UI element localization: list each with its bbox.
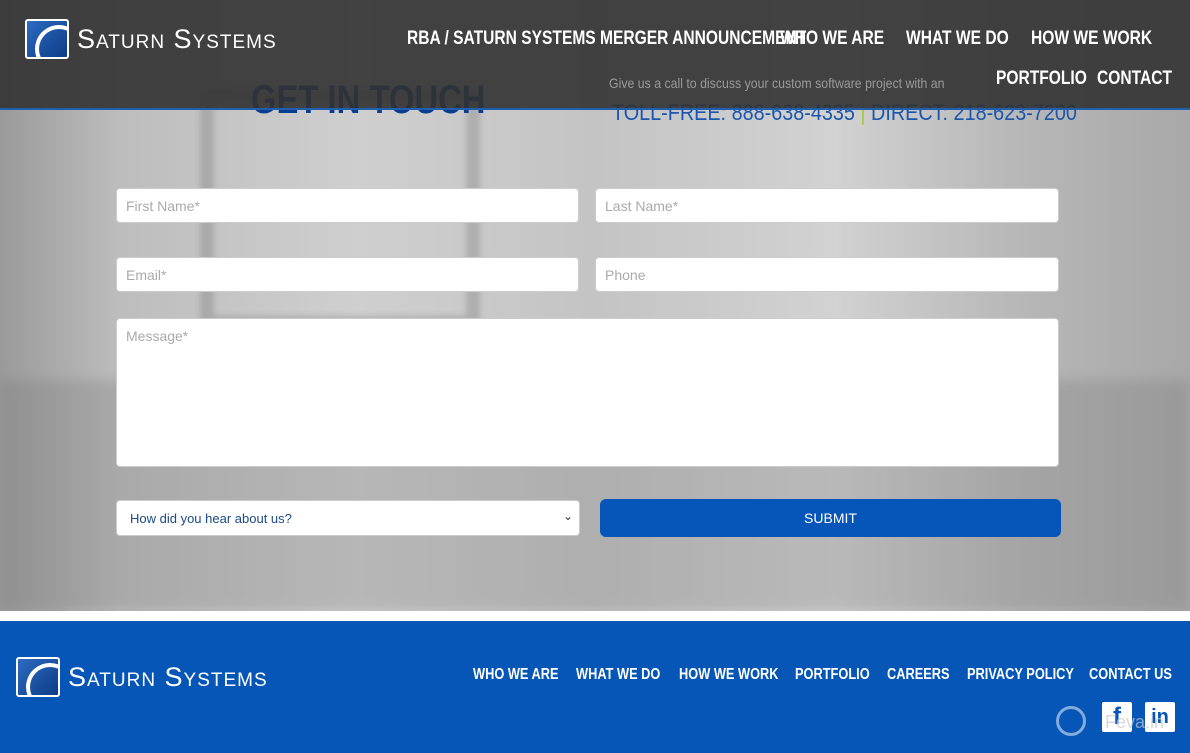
site-header: Saturn Systems RBA / SATURN SYSTEMS MERG… [0,0,1190,110]
nav-portfolio[interactable]: PORTFOLIO [996,68,1087,90]
last-name-input[interactable]: Last Name* [595,188,1059,223]
nav-how-we-work[interactable]: HOW WE WORK [1031,28,1152,50]
footer-nav-portfolio[interactable]: PORTFOLIO [795,666,870,684]
first-name-input[interactable]: First Name* [116,188,579,223]
message-textarea[interactable]: Message* [116,318,1059,467]
watermark-search-icon [1056,706,1086,736]
site-footer: Saturn Systems WHO WE ARE WHAT WE DO HOW… [0,621,1190,753]
phone-input[interactable]: Phone [595,257,1059,292]
saturn-logo-icon [16,657,60,697]
chevron-down-icon: ⌄ [562,509,573,523]
nav-merger[interactable]: RBA / SATURN SYSTEMS MERGER ANNOUNCEMENT [407,28,806,50]
footer-nav-privacy-policy[interactable]: PRIVACY POLICY [967,666,1074,684]
footer-nav-how-we-work[interactable]: HOW WE WORK [679,666,779,684]
saturn-logo-icon [25,19,69,59]
submit-button[interactable]: SUBMIT [600,499,1061,537]
footer-nav-what-we-do[interactable]: WHAT WE DO [576,666,660,684]
footer-nav-careers[interactable]: CAREERS [887,666,950,684]
watermark-text: Feva.in [1105,712,1165,732]
header-logo[interactable]: Saturn Systems [25,19,277,59]
footer-logo-text: Saturn Systems [68,661,268,692]
nav-contact[interactable]: CONTACT [1097,68,1172,90]
nav-who-we-are[interactable]: WHO WE ARE [780,28,884,50]
footer-logo[interactable]: Saturn Systems [16,657,268,697]
nav-what-we-do[interactable]: WHAT WE DO [906,28,1009,50]
referral-select[interactable]: How did you hear about us? ⌄ [116,500,580,536]
footer-nav-who-we-are[interactable]: WHO WE ARE [473,666,559,684]
logo-text: Saturn Systems [77,23,277,54]
referral-select-value: How did you hear about us? [130,511,292,526]
email-input[interactable]: Email* [116,257,579,292]
call-text: Give us a call to discuss your custom so… [609,75,945,91]
footer-nav-contact-us[interactable]: CONTACT US [1089,666,1172,684]
